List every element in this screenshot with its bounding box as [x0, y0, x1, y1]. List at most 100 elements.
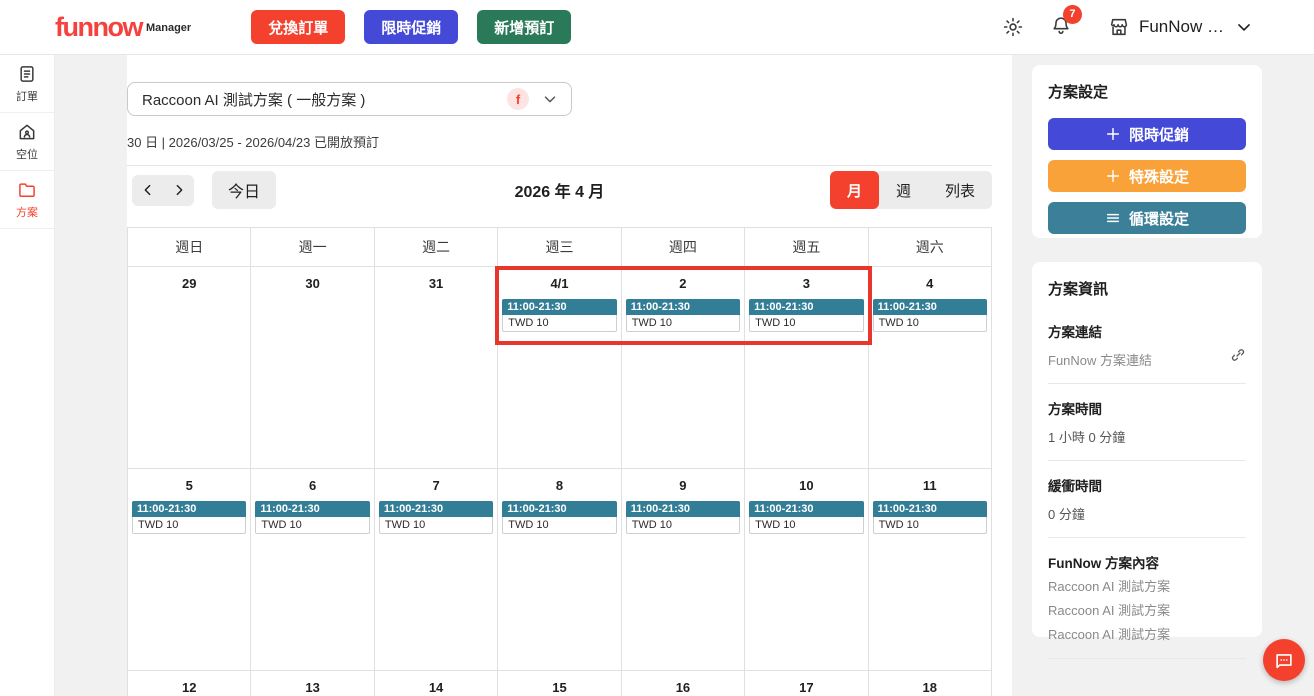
calendar-day-cell[interactable]: 5 11:00-21:30 TWD 10	[128, 469, 252, 671]
sidebar-item-orders[interactable]: 訂單	[0, 55, 54, 113]
plan-duration-section: 方案時間 1 小時 0 分鐘	[1048, 398, 1246, 446]
calendar-day-cell[interactable]: 4/1 11:00-21:30 TWD 10	[498, 267, 622, 469]
day-number: 14	[428, 680, 444, 695]
calendar-event[interactable]: 11:00-21:30 TWD 10	[502, 501, 617, 534]
calendar-event[interactable]: 11:00-21:30 TWD 10	[378, 501, 494, 534]
event-price: TWD 10	[749, 517, 864, 534]
calendar-day-cell[interactable]: 3 11:00-21:30 TWD 10	[745, 267, 869, 469]
calendar-event[interactable]: 11:00-21:30 TWD 10	[872, 299, 987, 332]
view-week-button[interactable]: 週	[879, 171, 928, 209]
calendar-day-cell[interactable]: 18	[868, 671, 992, 696]
flash-sale-button[interactable]: 限時促銷	[364, 10, 459, 44]
flash-sale-setting-button[interactable]: 限時促銷	[1048, 118, 1246, 150]
calendar-day-cell[interactable]: 30	[251, 267, 375, 469]
weekday-header: 週日	[128, 228, 252, 267]
weekday-header: 週六	[868, 228, 992, 267]
calendar-event[interactable]: 11:00-21:30 TWD 10	[625, 299, 741, 332]
calendar-day-cell[interactable]: 9 11:00-21:30 TWD 10	[621, 469, 746, 671]
sidebar-item-label: 空位	[16, 148, 38, 161]
gear-icon[interactable]	[1002, 16, 1024, 38]
sidebar-item-plans[interactable]: 方案	[0, 171, 54, 229]
next-month-button[interactable]	[163, 175, 194, 206]
bell-icon	[1050, 16, 1072, 40]
day-number: 8	[555, 478, 564, 493]
day-number: 18	[922, 680, 938, 695]
link-icon[interactable]	[1230, 347, 1246, 363]
calendar-day-cell[interactable]: 29	[128, 267, 252, 469]
view-switcher: 月 週 列表	[829, 171, 992, 209]
calendar-day-cell[interactable]: 17	[745, 671, 869, 696]
app-window: funnow Manager 兌換訂單 限時促銷 新增預訂 7 FunNow ……	[0, 0, 1314, 696]
day-number: 2	[679, 276, 687, 291]
view-month-button[interactable]: 月	[829, 171, 879, 209]
calendar-day-cell[interactable]: 11 11:00-21:30 TWD 10	[868, 469, 992, 671]
plan-info-title: 方案資訊	[1048, 281, 1109, 298]
calendar-toolbar: 今日 2026 年 4 月 月 週 列表	[127, 171, 992, 209]
event-time: 11:00-21:30	[502, 501, 617, 517]
day-number: 16	[675, 680, 691, 695]
calendar-event[interactable]: 11:00-21:30 TWD 10	[502, 299, 617, 332]
account-switcher[interactable]: FunNow …	[1108, 16, 1254, 38]
event-time: 11:00-21:30	[872, 299, 987, 315]
funnow-f-badge: f	[507, 88, 529, 110]
event-time: 11:00-21:30	[378, 501, 494, 517]
section-label: 方案連結	[1048, 325, 1102, 340]
calendar-day-cell[interactable]: 14	[374, 671, 499, 696]
calendar-event[interactable]: 11:00-21:30 TWD 10	[255, 501, 370, 534]
calendar-day-cell[interactable]: 4 11:00-21:30 TWD 10	[868, 267, 992, 469]
calendar-day-cell[interactable]: 12	[128, 671, 252, 696]
store-icon	[1108, 16, 1130, 38]
buffer-time-section: 緩衝時間 0 分鐘	[1048, 475, 1246, 523]
view-list-button[interactable]: 列表	[928, 171, 992, 209]
calendar-event[interactable]: 11:00-21:30 TWD 10	[872, 501, 987, 534]
plan-info-card: 方案資訊 方案連結 FunNow 方案連結 方案時間 1 小時 0 分鐘 緩衝時…	[1032, 262, 1262, 659]
button-label: 特殊設定	[1128, 168, 1189, 186]
calendar-event[interactable]: 11:00-21:30 TWD 10	[749, 299, 864, 332]
logo-wordmark: funnow	[55, 11, 143, 42]
sidebar: 訂單 空位 方案	[0, 55, 55, 696]
today-button[interactable]: 今日	[212, 171, 277, 209]
calendar-day-cell[interactable]: 31	[374, 267, 499, 469]
plan-select-dropdown[interactable]: Raccoon AI 測試方案 ( 一般方案 ) f	[127, 82, 572, 116]
plan-content-list: Raccoon AI 測試方案 Raccoon AI 測試方案 Raccoon …	[1048, 579, 1246, 644]
plan-link-section: 方案連結 FunNow 方案連結	[1048, 321, 1246, 369]
calendar-day-cell[interactable]: 10 11:00-21:30 TWD 10	[745, 469, 869, 671]
calendar-day-cell[interactable]: 15	[498, 671, 622, 696]
special-setting-button[interactable]: 特殊設定	[1048, 160, 1246, 192]
day-number: 6	[309, 478, 317, 493]
weekday-header: 週五	[745, 228, 869, 267]
calendar-event[interactable]: 11:00-21:30 TWD 10	[625, 501, 741, 534]
redeem-order-button[interactable]: 兌換訂單	[251, 10, 346, 44]
weekday-header: 週一	[251, 228, 375, 267]
day-number: 10	[799, 478, 814, 493]
day-number: 15	[552, 680, 567, 695]
plus-icon	[1105, 126, 1121, 142]
calendar-event[interactable]: 11:00-21:30 TWD 10	[749, 501, 864, 534]
weekday-header: 週四	[621, 228, 746, 267]
chat-support-button[interactable]	[1263, 639, 1305, 681]
calendar-day-cell[interactable]: 13	[251, 671, 375, 696]
section-label: 方案時間	[1048, 402, 1102, 417]
plan-settings-title: 方案設定	[1048, 84, 1109, 101]
calendar-day-cell[interactable]: 8 11:00-21:30 TWD 10	[498, 469, 622, 671]
calendar-day-cell[interactable]: 6 11:00-21:30 TWD 10	[251, 469, 375, 671]
notifications-bell[interactable]: 7	[1050, 4, 1082, 41]
prev-month-button[interactable]	[132, 175, 163, 206]
sidebar-item-vacancy[interactable]: 空位	[0, 113, 54, 171]
day-number: 13	[305, 680, 320, 695]
recurring-setting-button[interactable]: 循環設定	[1048, 202, 1246, 234]
calendar-event[interactable]: 11:00-21:30 TWD 10	[132, 501, 247, 534]
day-number: 4	[926, 276, 934, 291]
calendar-day-cell[interactable]: 16	[621, 671, 746, 696]
day-number: 9	[679, 478, 687, 493]
section-label: 緩衝時間	[1048, 479, 1102, 494]
new-booking-button[interactable]: 新增預訂	[477, 10, 572, 44]
calendar-grid-wrap: 週日 週一 週二 週三 週四 週五 週六 29 30 31 4/1 11:00-21:30 TWD 10…	[127, 227, 992, 696]
funnow-logo[interactable]: funnow Manager	[55, 11, 191, 42]
event-price: TWD 10	[378, 517, 494, 534]
plan-content-item: Raccoon AI 測試方案	[1048, 626, 1171, 642]
button-label: 循環設定	[1128, 210, 1189, 228]
calendar-day-cell[interactable]: 7 11:00-21:30 TWD 10	[374, 469, 499, 671]
plan-select-value: Raccoon AI 測試方案 ( 一般方案 )	[142, 91, 366, 109]
calendar-day-cell[interactable]: 2 11:00-21:30 TWD 10	[621, 267, 746, 469]
